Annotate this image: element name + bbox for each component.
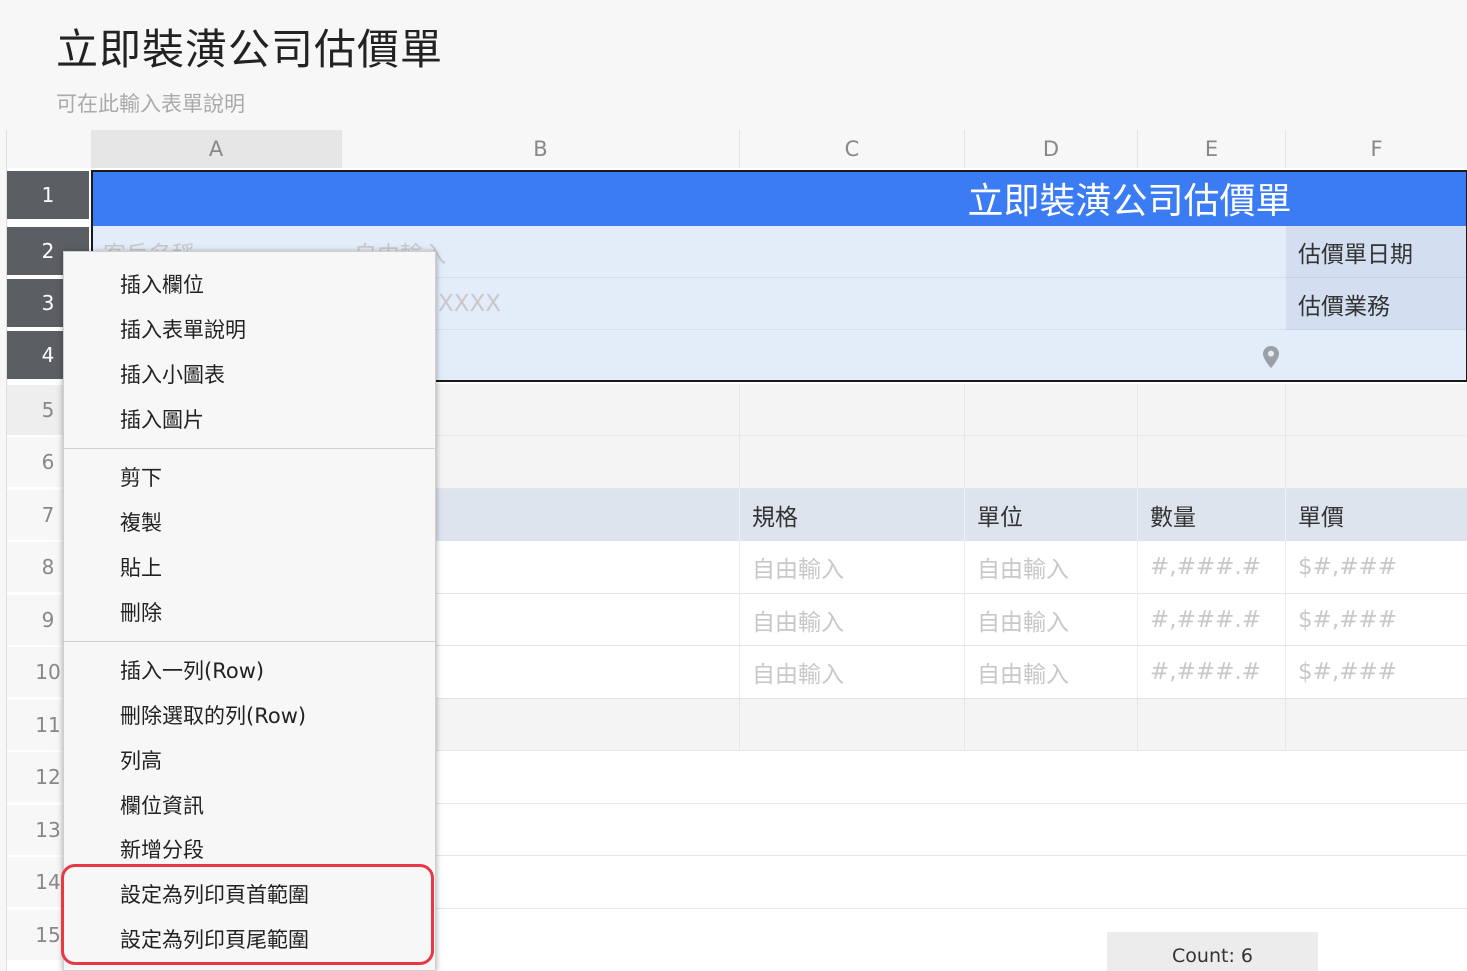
count-status: Count: 6 <box>1107 932 1318 971</box>
quantity-header-cell[interactable]: 數量 <box>1138 489 1286 541</box>
row8-unit-cell[interactable]: 自由輸入 <box>965 541 1138 594</box>
menu-insert-form-description[interactable]: 插入表單說明 <box>64 308 435 350</box>
customer-name-input-cell[interactable]: 自由輸入 <box>342 226 1286 278</box>
row11-c-cell[interactable] <box>740 699 965 751</box>
row8-spec-cell[interactable]: 自由輸入 <box>740 541 965 594</box>
row9-quantity-cell[interactable]: #,###.# <box>1138 594 1286 646</box>
row6-f-cell[interactable] <box>1286 436 1467 489</box>
row10-spec-cell[interactable]: 自由輸入 <box>740 646 965 699</box>
banner-title: 立即裝潢公司估價單 <box>967 181 1292 222</box>
row5-f-cell[interactable] <box>1286 384 1467 436</box>
row4-f-cell[interactable] <box>1286 330 1467 382</box>
row13-cells[interactable] <box>342 804 1467 856</box>
menu-insert-row[interactable]: 插入一列(Row) <box>64 649 435 691</box>
menu-insert-sparkline[interactable]: 插入小圖表 <box>64 353 435 395</box>
row6-d-cell[interactable] <box>965 436 1138 489</box>
menu-cut[interactable]: 剪下 <box>64 456 435 498</box>
location-pin-icon[interactable] <box>1263 346 1279 368</box>
row6-e-cell[interactable] <box>1138 436 1286 489</box>
row10-unit-cell[interactable]: 自由輸入 <box>965 646 1138 699</box>
sales-label-cell[interactable]: 估價業務 <box>1286 278 1467 330</box>
sheet-corner[interactable] <box>7 130 91 168</box>
menu-insert-image[interactable]: 插入圖片 <box>64 398 435 440</box>
menu-delete-selected-rows[interactable]: 刪除選取的列(Row) <box>64 694 435 736</box>
row10-quantity-cell[interactable]: #,###.# <box>1138 646 1286 699</box>
banner-title-cell[interactable]: 立即裝潢公司估價單 <box>91 170 1467 226</box>
menu-separator <box>64 448 435 449</box>
menu-separator <box>64 641 435 642</box>
row5-c-cell[interactable] <box>740 384 965 436</box>
row5-d-cell[interactable] <box>965 384 1138 436</box>
row11-e-cell[interactable] <box>1138 699 1286 751</box>
menu-paste[interactable]: 貼上 <box>64 546 435 588</box>
column-header-d[interactable]: D <box>965 130 1138 168</box>
row3-input-cell[interactable]: XXXX <box>342 278 1286 330</box>
menu-set-print-header-range[interactable]: 設定為列印頁首範圍 <box>64 873 435 915</box>
unit-price-header-cell[interactable]: 單價 <box>1286 489 1467 541</box>
column-header-c[interactable]: C <box>740 130 965 168</box>
row-header-1[interactable]: 1 <box>7 171 89 221</box>
row11-d-cell[interactable] <box>965 699 1138 751</box>
row9-unit-cell[interactable]: 自由輸入 <box>965 594 1138 646</box>
form-description[interactable]: 可在此輸入表單說明 <box>56 88 245 118</box>
menu-insert-field[interactable]: 插入欄位 <box>64 263 435 305</box>
row5-e-cell[interactable] <box>1138 384 1286 436</box>
row8-price-cell[interactable]: $#,### <box>1286 541 1467 594</box>
menu-field-info[interactable]: 欄位資訊 <box>64 784 435 826</box>
form-title: 立即裝潢公司估價單 <box>56 25 444 74</box>
row14-cells[interactable] <box>342 856 1467 909</box>
row8-quantity-cell[interactable]: #,###.# <box>1138 541 1286 594</box>
row10-price-cell[interactable]: $#,### <box>1286 646 1467 699</box>
menu-add-section[interactable]: 新增分段 <box>64 828 435 870</box>
column-header-e[interactable]: E <box>1138 130 1286 168</box>
column-header-f[interactable]: F <box>1286 130 1467 168</box>
menu-set-print-footer-range[interactable]: 設定為列印頁尾範圍 <box>64 918 435 960</box>
column-header-b[interactable]: B <box>342 130 740 168</box>
spec-header-cell[interactable]: 規格 <box>740 489 965 541</box>
menu-row-height[interactable]: 列高 <box>64 739 435 781</box>
row9-price-cell[interactable]: $#,### <box>1286 594 1467 646</box>
row12-cells[interactable] <box>342 751 1467 804</box>
row11-f-cell[interactable] <box>1286 699 1467 751</box>
column-header-a[interactable]: A <box>91 130 342 168</box>
menu-copy[interactable]: 複製 <box>64 501 435 543</box>
row6-c-cell[interactable] <box>740 436 965 489</box>
quote-date-label-cell[interactable]: 估價單日期 <box>1286 226 1467 278</box>
menu-delete[interactable]: 刪除 <box>64 591 435 633</box>
context-menu: 插入欄位 插入表單說明 插入小圖表 插入圖片 剪下 複製 貼上 刪除 插入一列(… <box>63 251 436 971</box>
unit-header-cell[interactable]: 單位 <box>965 489 1138 541</box>
row9-spec-cell[interactable]: 自由輸入 <box>740 594 965 646</box>
